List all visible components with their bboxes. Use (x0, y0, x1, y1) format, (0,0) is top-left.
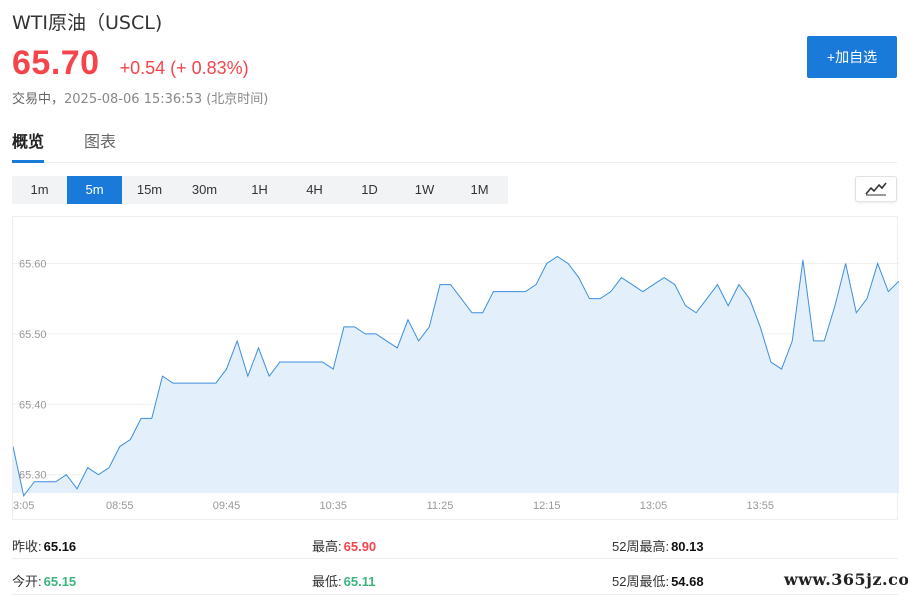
trading-status-label: 交易中， (12, 92, 65, 107)
x-tick-label: 3:05 (13, 500, 34, 512)
stat-label: 昨收: (12, 539, 42, 554)
last-price: 65.70 (12, 44, 100, 82)
x-tick-label: 08:55 (106, 500, 134, 512)
stat-open: 今开: 65.15 (12, 571, 76, 590)
x-tick-label: 11:25 (427, 500, 454, 512)
period-1w[interactable]: 1W (397, 176, 452, 204)
period-1mo[interactable]: 1M (452, 176, 507, 204)
tab-chart[interactable]: 图表 (84, 130, 116, 163)
stat-label: 最高: (312, 539, 342, 554)
stat-low: 最低: 65.11 (312, 571, 375, 590)
stat-value: 80.13 (671, 539, 704, 554)
period-1m[interactable]: 1m (12, 176, 67, 204)
price-change: +0.54 (+ 0.83%) (119, 58, 249, 78)
period-selector: 1m 5m 15m 30m 1H 4H 1D 1W 1M (12, 176, 508, 204)
line-chart-icon (865, 182, 887, 196)
stat-52w-low: 52周最低: 54.68 (612, 571, 704, 590)
stat-value: 54.68 (671, 574, 704, 589)
y-tick-label: 65.30 (19, 470, 47, 482)
period-30m[interactable]: 30m (177, 176, 232, 204)
chart-type-button[interactable] (855, 176, 897, 202)
period-1d[interactable]: 1D (342, 176, 397, 204)
instrument-title: WTI原油（USCL) (12, 12, 163, 34)
price-chart[interactable]: 65.60 65.50 65.40 65.30 3:05 08:55 09:45 10:35 1… (12, 216, 899, 520)
x-tick-label: 10:35 (319, 500, 347, 512)
tab-overview[interactable]: 概览 (12, 130, 45, 163)
trading-status: 交易中，2025-08-06 15:36:53 (北京时间) (12, 88, 268, 107)
stat-high: 最高: 65.90 (312, 536, 376, 555)
view-tabs: 概览 图表 (12, 130, 897, 163)
add-to-watchlist-button[interactable]: +加自选 (807, 36, 897, 78)
stat-label: 52周最低: (612, 574, 670, 589)
x-tick-label: 13:05 (640, 500, 668, 512)
quote-timestamp: 2025-08-06 15:36:53 (北京时间) (64, 92, 269, 107)
stat-label: 今开: (12, 574, 42, 589)
stat-label: 最低: (312, 574, 342, 589)
price-chart-svg: 65.60 65.50 65.40 65.30 3:05 08:55 09:45 10:35 1… (13, 255, 899, 512)
y-tick-label: 65.60 (19, 258, 47, 270)
x-tick-label: 12:15 (533, 500, 561, 512)
stats-divider (12, 558, 898, 559)
watermark: www.365jz.com (784, 570, 908, 589)
price-row: 65.70 +0.54 (+ 0.83%) (12, 44, 249, 83)
period-5m[interactable]: 5m (67, 176, 122, 204)
stat-value: 65.15 (43, 574, 77, 589)
period-4h[interactable]: 4H (287, 176, 342, 204)
y-tick-label: 65.40 (19, 399, 47, 411)
y-tick-label: 65.50 (19, 329, 47, 341)
stat-label: 52周最高: (612, 539, 670, 554)
stat-value: 65.11 (343, 574, 376, 589)
stats-panel: 昨收: 65.16 最高: 65.90 52周最高: 80.13 今开: 65.15 最… (12, 526, 898, 596)
stat-prev-close: 昨收: 65.16 (12, 536, 76, 555)
stats-divider (12, 594, 898, 595)
period-1h[interactable]: 1H (232, 176, 287, 204)
x-tick-label: 09:45 (213, 500, 241, 512)
stat-value: 65.16 (43, 539, 77, 554)
stat-value: 65.90 (343, 539, 377, 554)
x-tick-label: 13:55 (746, 500, 774, 512)
period-15m[interactable]: 15m (122, 176, 177, 204)
stat-52w-high: 52周最高: 80.13 (612, 536, 704, 555)
